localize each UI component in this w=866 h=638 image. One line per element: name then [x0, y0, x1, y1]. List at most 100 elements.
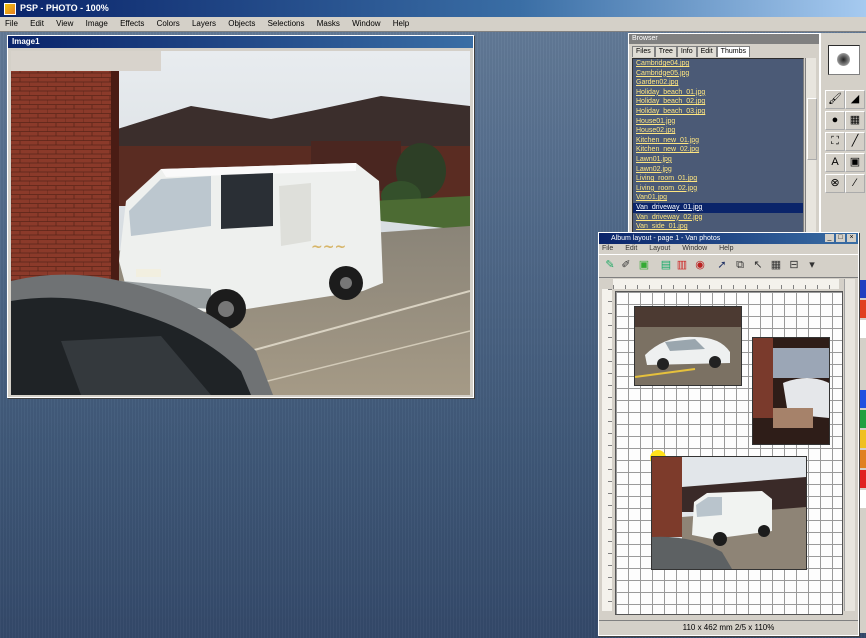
album-scrollbar[interactable]: [844, 279, 855, 611]
album-status-bar: 110 x 462 mm 2/5 x 110%: [599, 620, 858, 635]
crop-icon[interactable]: ⛶: [825, 132, 845, 151]
menu-edit[interactable]: Edit: [30, 19, 44, 28]
align-icon[interactable]: ⊟: [787, 258, 801, 272]
file-list[interactable]: Cambridge04.jpg Cambridge05.jpg Garden02.j…: [632, 58, 804, 234]
maximize-icon[interactable]: □: [836, 234, 845, 242]
file-list-scrollbar[interactable]: [805, 58, 817, 232]
browser-tabs: Files Tree Info Edit Thumbs: [629, 44, 819, 57]
album-layout-window[interactable]: Album layout - page 1 - Van photos _ □ ×…: [598, 232, 859, 636]
album-menu-file[interactable]: File: [602, 245, 613, 252]
brush-tool-icon[interactable]: ✎: [603, 258, 617, 272]
color-swatch[interactable]: [858, 300, 866, 318]
photo-window[interactable]: Image1 ~~~: [7, 35, 474, 398]
eraser-icon[interactable]: ◢: [845, 90, 865, 109]
minimize-icon[interactable]: _: [825, 234, 834, 242]
menu-bar: File Edit View Image Effects Colors Laye…: [0, 17, 866, 32]
album-title: Album layout - page 1 - Van photos: [611, 235, 721, 242]
file-list-item[interactable]: Living_room_01.jpg: [633, 174, 803, 184]
file-list-item[interactable]: Lawn02.jpg: [633, 165, 803, 175]
file-list-item[interactable]: House02.jpg: [633, 126, 803, 136]
app-title-bar: PSP - PHOTO - 100%: [0, 0, 866, 17]
color-swatch[interactable]: [858, 320, 866, 338]
color-swatch[interactable]: [858, 450, 866, 468]
file-list-item[interactable]: Holiday_beach_02.jpg: [633, 97, 803, 107]
color-swatch[interactable]: [858, 410, 866, 428]
menu-help[interactable]: Help: [393, 19, 409, 28]
file-list-item[interactable]: Holiday_beach_01.jpg: [633, 88, 803, 98]
photo-canvas[interactable]: ~~~: [11, 51, 470, 395]
save-icon[interactable]: ▤: [659, 258, 673, 272]
browser-panel[interactable]: Browser Files Tree Info Edit Thumbs Cambridg…: [628, 33, 820, 235]
album-menu-window[interactable]: Window: [682, 245, 707, 252]
file-list-item[interactable]: Cambridge04.jpg: [633, 59, 803, 69]
cursor-icon[interactable]: ➚: [715, 258, 729, 272]
picture-icon[interactable]: ▣: [637, 258, 651, 272]
pointer-icon[interactable]: ↖: [751, 258, 765, 272]
zoom-icon[interactable]: ⁄: [845, 174, 865, 193]
menu-objects[interactable]: Objects: [228, 19, 255, 28]
app-icon: [4, 3, 16, 15]
dropdown-icon[interactable]: ▾: [805, 258, 819, 272]
file-list-item[interactable]: Van_driveway_02.jpg: [633, 213, 803, 223]
file-list-item[interactable]: Van_driveway_01.jpg: [633, 202, 803, 213]
shape-icon[interactable]: ▣: [845, 153, 865, 172]
menu-colors[interactable]: Colors: [157, 19, 180, 28]
copy-icon[interactable]: ⧉: [733, 258, 747, 272]
file-list-item[interactable]: Van01.jpg: [633, 193, 803, 203]
color-swatch[interactable]: [858, 470, 866, 488]
album-title-bar: Album layout - page 1 - Van photos _ □ ×: [599, 233, 858, 244]
color-swatch[interactable]: [858, 280, 866, 298]
van-photo: ~~~: [11, 51, 470, 395]
photo-window-title: Image1: [8, 36, 473, 48]
file-list-item[interactable]: Living_room_02.jpg: [633, 184, 803, 194]
line-icon[interactable]: ╱: [845, 132, 865, 151]
color-swatch[interactable]: [858, 390, 866, 408]
vertical-ruler: [602, 289, 612, 611]
album-page-grid[interactable]: [615, 291, 843, 615]
file-list-item[interactable]: House01.jpg: [633, 117, 803, 127]
menu-selections[interactable]: Selections: [268, 19, 305, 28]
photo-thumbnail-van[interactable]: [651, 456, 807, 570]
brush-preview[interactable]: [828, 45, 860, 75]
pen-tool-icon[interactable]: ✐: [619, 258, 633, 272]
close-icon[interactable]: ×: [847, 234, 856, 242]
menu-file[interactable]: File: [5, 19, 18, 28]
photo-thumbnail-interior[interactable]: [752, 337, 830, 445]
print-icon[interactable]: ▥: [675, 258, 689, 272]
album-menu-layout[interactable]: Layout: [649, 245, 670, 252]
color-swatch[interactable]: [858, 490, 866, 508]
file-list-item[interactable]: Lawn01.jpg: [633, 155, 803, 165]
menu-view[interactable]: View: [56, 19, 73, 28]
menu-image[interactable]: Image: [86, 19, 108, 28]
menu-window[interactable]: Window: [352, 19, 380, 28]
paint-brush-icon[interactable]: 🖌: [825, 90, 845, 109]
grid-icon[interactable]: ▦: [769, 258, 783, 272]
tab-tree[interactable]: Tree: [654, 46, 677, 57]
menu-effects[interactable]: Effects: [120, 19, 144, 28]
file-list-item[interactable]: Garden02.jpg: [633, 78, 803, 88]
fill-icon[interactable]: ⊗: [825, 174, 845, 193]
app-title: PSP - PHOTO - 100%: [20, 3, 109, 13]
album-menu-help[interactable]: Help: [719, 245, 733, 252]
menu-masks[interactable]: Masks: [317, 19, 340, 28]
tab-files[interactable]: Files: [632, 46, 655, 57]
text-icon[interactable]: A: [825, 153, 845, 172]
file-list-item[interactable]: Kitchen_new_01.jpg: [633, 136, 803, 146]
color-swatch[interactable]: [858, 430, 866, 448]
file-list-item[interactable]: Holiday_beach_03.jpg: [633, 107, 803, 117]
menu-layers[interactable]: Layers: [192, 19, 216, 28]
scrollbar-thumb[interactable]: [807, 98, 817, 160]
color-icon[interactable]: ◉: [693, 258, 707, 272]
album-menu: File Edit Layout Window Help: [599, 244, 858, 254]
album-menu-edit[interactable]: Edit: [625, 245, 637, 252]
file-list-item[interactable]: Van_side_01.jpg: [633, 222, 803, 232]
file-list-item[interactable]: Kitchen_new_02.jpg: [633, 145, 803, 155]
dropper-icon[interactable]: ●: [825, 111, 845, 130]
tab-thumbs[interactable]: Thumbs: [716, 46, 750, 57]
photo-thumbnail-car[interactable]: [634, 306, 742, 386]
tab-info[interactable]: Info: [676, 46, 697, 57]
browser-title: Browser: [629, 34, 819, 44]
tab-edit[interactable]: Edit: [696, 46, 717, 57]
file-list-item[interactable]: Cambridge05.jpg: [633, 69, 803, 79]
select-icon[interactable]: ▦: [845, 111, 865, 130]
